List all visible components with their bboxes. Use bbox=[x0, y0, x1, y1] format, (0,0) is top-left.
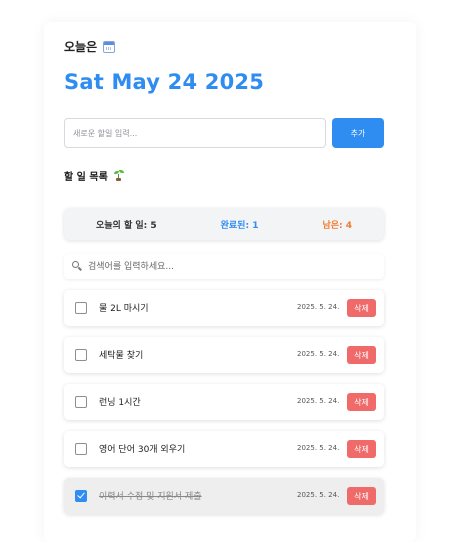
add-todo-form: 추가 bbox=[64, 118, 384, 148]
delete-button[interactable]: 삭제 bbox=[347, 440, 376, 458]
add-button[interactable]: 추가 bbox=[332, 118, 384, 148]
stats-bar: 오늘의 할 일: 5 완료된: 1 남은: 4 bbox=[64, 208, 384, 240]
todo-item: 영어 단어 30개 외우기 2025. 5. 24. 삭제 bbox=[64, 431, 384, 467]
todo-date: 2025. 5. 24. bbox=[297, 397, 340, 405]
todo-date: 2025. 5. 24. bbox=[297, 444, 340, 452]
check-icon bbox=[77, 490, 85, 499]
todo-text: 물 2L 마시기 bbox=[99, 304, 149, 314]
todo-item: 런닝 1시간 2025. 5. 24. 삭제 bbox=[64, 384, 384, 420]
todo-item: 세탁물 찾기 2025. 5. 24. 삭제 bbox=[64, 337, 384, 373]
todo-checkbox[interactable] bbox=[75, 490, 87, 502]
todo-date: 2025. 5. 24. bbox=[297, 303, 340, 311]
todo-checkbox[interactable] bbox=[75, 396, 87, 408]
todo-checkbox[interactable] bbox=[75, 443, 87, 455]
todo-checkbox[interactable] bbox=[75, 349, 87, 361]
date-title: Sat May 24 2025 bbox=[64, 70, 265, 94]
stat-done: 완료된: 1 bbox=[220, 220, 259, 231]
list-title: 할 일 목록 bbox=[64, 168, 124, 183]
todo-text: 세탁물 찾기 bbox=[99, 351, 144, 361]
stat-total: 오늘의 할 일: 5 bbox=[95, 220, 157, 231]
search-input[interactable] bbox=[88, 254, 378, 279]
todo-text: 이력서 수정 및 지원서 제출 bbox=[99, 492, 202, 502]
today-label: 오늘은 bbox=[64, 40, 98, 54]
todo-checkbox[interactable] bbox=[75, 302, 87, 314]
delete-button[interactable]: 삭제 bbox=[347, 487, 376, 505]
search-box bbox=[64, 254, 384, 279]
delete-button[interactable]: 삭제 bbox=[347, 393, 376, 411]
stat-remaining: 남은: 4 bbox=[322, 220, 352, 231]
todo-item: 물 2L 마시기 2025. 5. 24. 삭제 bbox=[64, 290, 384, 326]
todo-text: 런닝 1시간 bbox=[99, 398, 141, 408]
search-icon bbox=[72, 261, 79, 268]
sprout-icon bbox=[113, 170, 124, 181]
todo-item: 이력서 수정 및 지원서 제출 2025. 5. 24. 삭제 bbox=[64, 478, 384, 514]
delete-button[interactable]: 삭제 bbox=[347, 346, 376, 364]
today-header: 오늘은 bbox=[64, 38, 116, 55]
calendar-icon bbox=[103, 40, 116, 53]
todo-date: 2025. 5. 24. bbox=[297, 350, 340, 358]
new-todo-input[interactable] bbox=[64, 118, 326, 148]
todo-date: 2025. 5. 24. bbox=[297, 491, 340, 499]
list-title-text: 할 일 목록 bbox=[64, 172, 108, 183]
delete-button[interactable]: 삭제 bbox=[347, 299, 376, 317]
todo-text: 영어 단어 30개 외우기 bbox=[99, 445, 186, 455]
